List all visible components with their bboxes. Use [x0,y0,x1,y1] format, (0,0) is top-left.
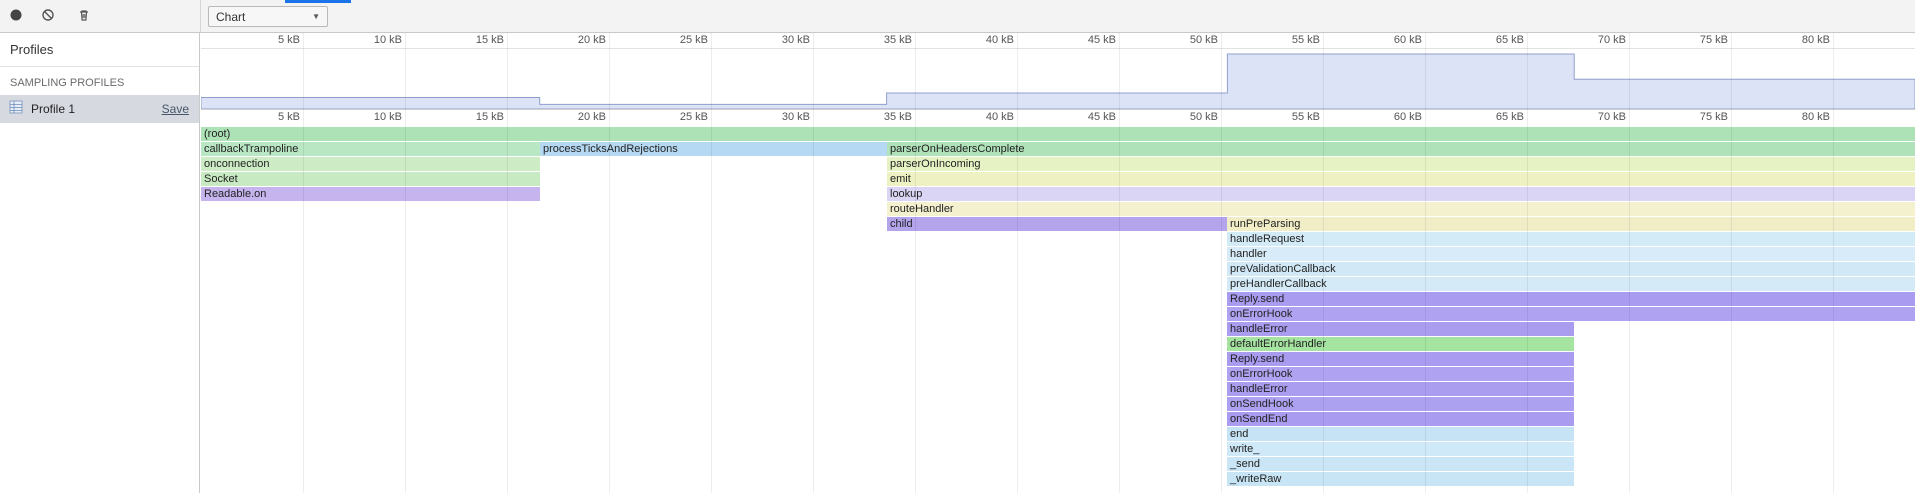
sidebar-title: Profiles [0,33,199,67]
clear-profiles-button[interactable] [37,6,59,28]
axis-tick-label: 55 kB [1258,34,1320,46]
axis-tick-label: 5 kB [238,34,300,46]
trash-icon [77,8,91,27]
save-link[interactable]: Save [162,102,189,116]
flame-bar[interactable]: handleError [1227,322,1574,336]
axis-tick-label: 15 kB [442,111,504,123]
delete-profile-button[interactable] [73,6,95,28]
profile-icon [8,99,24,120]
flame-bar[interactable]: lookup [887,187,1915,201]
flame-bar[interactable]: (root) [201,127,1915,141]
flame-bar[interactable]: parserOnHeadersComplete [887,142,1915,156]
flame-bar[interactable]: defaultErrorHandler [1227,337,1574,351]
flame-bar[interactable]: _writeRaw [1227,472,1574,486]
flame-bar[interactable]: onErrorHook [1227,367,1574,381]
overview-ruler: 5 kB 10 kB 15 kB 20 kB 25 kB 30 kB 35 kB 40 kB 4… [201,33,1915,48]
axis-tick-label: 5 kB [238,111,300,123]
flame-bar[interactable]: Readable.on [201,187,540,201]
flame-bar[interactable]: write_ [1227,442,1574,456]
axis-tick-label: 45 kB [1054,111,1116,123]
flame-bar[interactable]: Reply.send [1227,352,1574,366]
axis-tick-label: 75 kB [1666,34,1728,46]
axis-tick-label: 60 kB [1360,34,1422,46]
axis-tick-label: 70 kB [1564,34,1626,46]
chart-mode-select[interactable]: Chart ▼ [208,6,328,27]
flame-bar[interactable]: _send [1227,457,1574,471]
axis-tick-label: 10 kB [340,34,402,46]
axis-tick-label: 35 kB [850,34,912,46]
axis-tick-label: 40 kB [952,34,1014,46]
flame-bar[interactable]: routeHandler [887,202,1915,216]
axis-tick-label: 10 kB [340,111,402,123]
flame-bar[interactable]: end [1227,427,1574,441]
tab-indicator [285,0,351,3]
axis-tick-label: 55 kB [1258,111,1320,123]
flame-bar[interactable]: onErrorHook [1227,307,1915,321]
flame-bar[interactable]: onSendEnd [1227,412,1574,426]
axis-tick-label: 80 kB [1768,34,1830,46]
sampling-profiles-header: SAMPLING PROFILES [0,67,199,95]
overview-minimap [201,49,1915,109]
toolbar: Chart ▼ [0,0,1915,33]
record-icon [9,8,23,27]
flame-bar[interactable]: handleError [1227,382,1574,396]
axis-tick-label: 30 kB [748,111,810,123]
toolbar-separator [200,0,201,32]
axis-tick-label: 40 kB [952,111,1014,123]
flame-bar[interactable]: child [887,217,1227,231]
flame-bar[interactable]: runPreParsing [1227,217,1915,231]
axis-tick-label: 35 kB [850,111,912,123]
flame-bar[interactable]: processTicksAndRejections [540,142,887,156]
axis-tick-label: 20 kB [544,34,606,46]
axis-tick-label: 80 kB [1768,111,1830,123]
axis-tick-label: 75 kB [1666,111,1728,123]
flame-bar[interactable]: emit [887,172,1915,186]
chevron-down-icon: ▼ [312,12,320,21]
flame-bar[interactable]: handleRequest [1227,232,1915,246]
profile-name: Profile 1 [31,102,75,116]
flame-bar[interactable]: Reply.send [1227,292,1915,306]
axis-tick-label: 30 kB [748,34,810,46]
circle-slash-icon [41,8,55,27]
flame-bar[interactable]: preHandlerCallback [1227,277,1915,291]
axis-tick-label: 25 kB [646,111,708,123]
flame-bar[interactable]: handler [1227,247,1915,261]
flamechart-ruler: 5 kB 10 kB 15 kB 20 kB 25 kB 30 kB 35 kB 40 kB 4… [201,110,1915,126]
axis-tick-label: 50 kB [1156,34,1218,46]
flame-bar[interactable]: Socket [201,172,540,186]
flame-bar[interactable]: onSendHook [1227,397,1574,411]
axis-tick-label: 70 kB [1564,111,1626,123]
flame-frames: (root)callbackTrampolineprocessTicksAndR… [201,127,1915,493]
axis-tick-label: 65 kB [1462,34,1524,46]
flame-bar[interactable]: parserOnIncoming [887,157,1915,171]
sidebar: Profiles SAMPLING PROFILES Profile 1 Sav… [0,33,200,493]
axis-tick-label: 45 kB [1054,34,1116,46]
flame-bar[interactable]: callbackTrampoline [201,142,540,156]
flame-chart-panel: 5 kB 10 kB 15 kB 20 kB 25 kB 30 kB 35 kB 40 kB 4… [200,33,1915,493]
chart-mode-select-value: Chart [216,10,245,24]
profile-item[interactable]: Profile 1 Save [0,95,199,123]
axis-tick-label: 15 kB [442,34,504,46]
flame-bar[interactable]: onconnection [201,157,540,171]
axis-tick-label: 65 kB [1462,111,1524,123]
axis-tick-label: 20 kB [544,111,606,123]
axis-tick-label: 25 kB [646,34,708,46]
overview-pane[interactable] [201,48,1915,110]
axis-tick-label: 60 kB [1360,111,1422,123]
axis-tick-label: 50 kB [1156,111,1218,123]
flame-bar[interactable]: preValidationCallback [1227,262,1915,276]
record-button[interactable] [5,6,27,28]
